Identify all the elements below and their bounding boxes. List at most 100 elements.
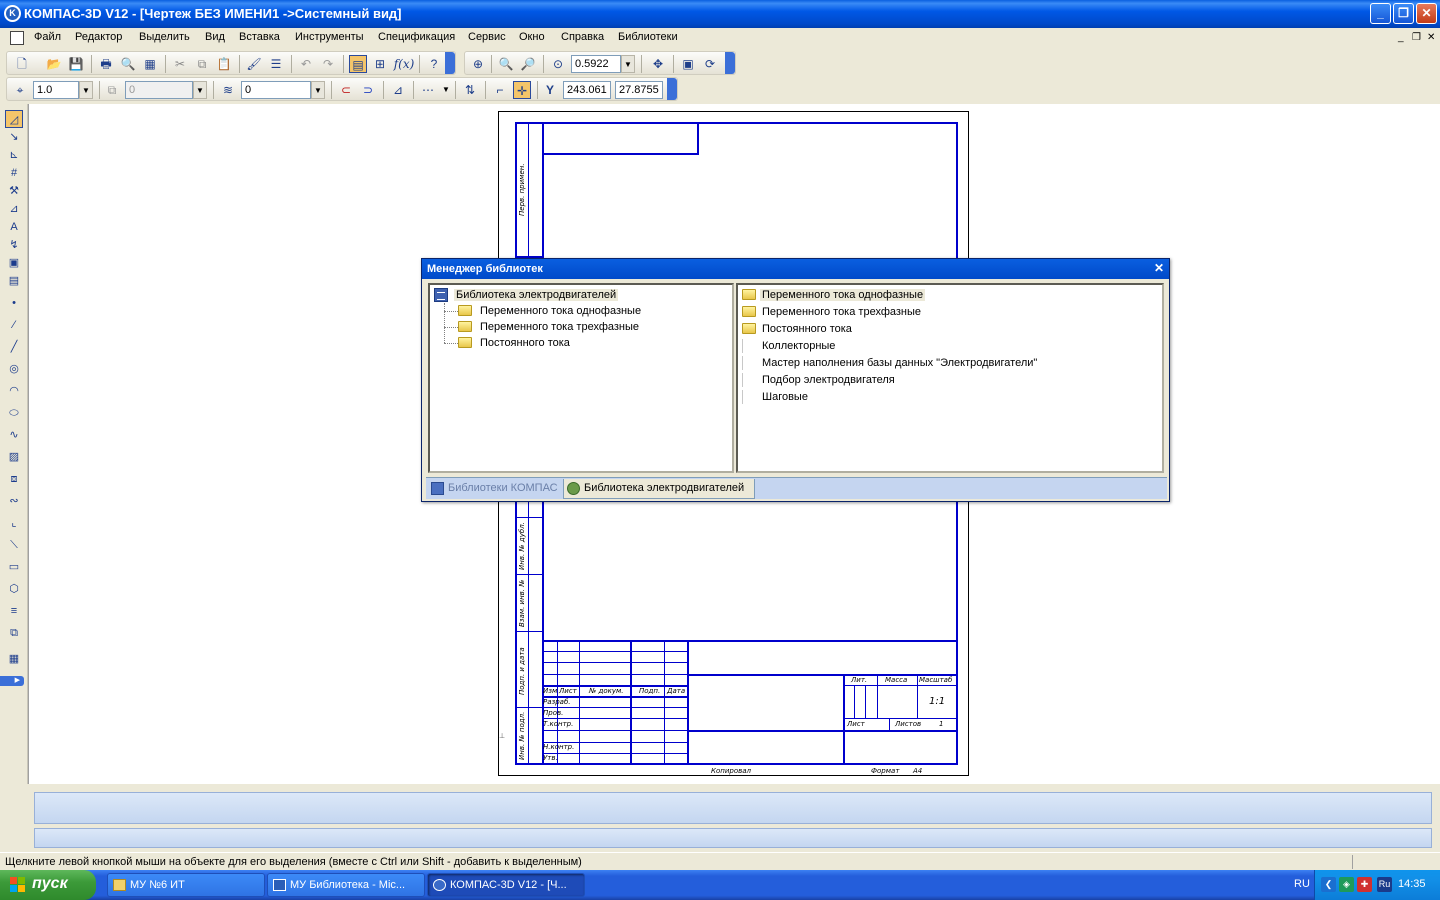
show-all-icon[interactable]: ▣ xyxy=(679,55,697,73)
toolbar-options-icon[interactable] xyxy=(445,52,455,74)
dimensions-panel-icon[interactable]: ↘ xyxy=(5,128,23,146)
redo-icon[interactable]: ↷ xyxy=(319,55,337,73)
menu-select[interactable]: Выделить xyxy=(139,31,190,43)
toolbar-options-icon[interactable] xyxy=(667,78,677,100)
table-tool-icon[interactable]: ▦ xyxy=(5,650,23,668)
paste-icon[interactable]: 📋 xyxy=(215,55,233,73)
format-painter-icon[interactable]: 🖌 xyxy=(245,55,263,73)
bezier-tool-icon[interactable]: ∾ xyxy=(5,492,23,510)
tree-item[interactable]: Переменного тока трехфазные xyxy=(458,319,639,335)
open-folder-icon[interactable]: 📂 xyxy=(45,55,63,73)
equidistant-tool-icon[interactable]: ≡ xyxy=(5,602,23,620)
zoom-scale-icon[interactable]: ⊙ xyxy=(549,55,567,73)
toolbar-options-icon[interactable] xyxy=(725,52,735,74)
current-view-dropdown-arrow[interactable]: ▼ xyxy=(193,81,207,99)
reports-panel-icon[interactable]: ▤ xyxy=(5,272,23,290)
layers-icon[interactable]: ≋ xyxy=(219,81,237,99)
zoom-in-icon[interactable]: 🔍 xyxy=(497,55,515,73)
menu-window[interactable]: Окно xyxy=(519,31,545,43)
close-button[interactable]: ✕ xyxy=(1416,3,1437,24)
current-layer-field[interactable]: 0 xyxy=(241,81,311,99)
grid-dropdown-arrow[interactable]: ▼ xyxy=(439,81,453,99)
hatch-tool-icon[interactable]: ▨ xyxy=(5,448,23,466)
menu-specification[interactable]: Спецификация xyxy=(378,31,455,43)
segment-tool-icon[interactable]: ╱ xyxy=(5,338,23,356)
circle-tool-icon[interactable]: ◎ xyxy=(5,360,23,378)
taskbar-item-kompas[interactable]: КОМПАС-3D V12 - [Ч... xyxy=(427,873,585,897)
chamfer-tool-icon[interactable]: ⟍ xyxy=(5,536,23,554)
list-item[interactable]: Постоянного тока xyxy=(740,321,852,337)
start-button[interactable]: пуск xyxy=(0,870,96,900)
save-icon[interactable]: 💾 xyxy=(67,55,85,73)
coordinate-axis-icon[interactable]: ⇅ xyxy=(461,81,479,99)
mdi-minimize-button[interactable]: _ xyxy=(1398,32,1404,43)
properties-icon[interactable]: ☰ xyxy=(267,55,285,73)
current-layer-dropdown-arrow[interactable]: ▼ xyxy=(311,81,325,99)
print-preview-icon[interactable]: 🔍 xyxy=(119,55,137,73)
menu-file[interactable]: Файл xyxy=(34,31,61,43)
designations-panel-icon[interactable]: ⊾ xyxy=(5,146,23,164)
round-icon[interactable]: ⌐ xyxy=(491,81,509,99)
line-style-dropdown-arrow[interactable]: ▼ xyxy=(79,81,93,99)
mdi-restore-button[interactable]: ❐ xyxy=(1412,32,1421,43)
list-item[interactable]: Переменного тока трехфазные xyxy=(740,304,921,320)
taskbar-item-folder[interactable]: МУ №6 ИТ xyxy=(107,873,265,897)
minimize-button[interactable]: _ xyxy=(1370,3,1391,24)
select-panel-icon[interactable]: A xyxy=(5,218,23,236)
taskbar-item-word[interactable]: МУ Библиотека - Mic... xyxy=(267,873,425,897)
cursor-y-field[interactable]: 27.8755 xyxy=(615,81,663,99)
cut-icon[interactable]: ✂ xyxy=(171,55,189,73)
palette-expand-icon[interactable]: ▶ xyxy=(0,676,24,686)
refresh-icon[interactable]: ⟳ xyxy=(701,55,719,73)
fillet-tool-icon[interactable]: ⌞ xyxy=(5,514,23,532)
zoom-dropdown-arrow[interactable]: ▼ xyxy=(621,55,635,73)
list-item[interactable]: Подбор электродвигателя xyxy=(740,372,895,388)
rectangle-tool-icon[interactable]: ▭ xyxy=(5,558,23,576)
view-icon[interactable]: ⧉ xyxy=(103,81,121,99)
zoom-window-icon[interactable]: ⊕ xyxy=(469,55,487,73)
tree-view-icon[interactable]: ⊞ xyxy=(371,55,389,73)
undo-icon[interactable]: ↶ xyxy=(297,55,315,73)
menu-view[interactable]: Вид xyxy=(205,31,225,43)
spline-tool-icon[interactable]: ∿ xyxy=(5,426,23,444)
antivirus-icon[interactable]: ✚ xyxy=(1357,877,1372,892)
list-item[interactable]: Шаговые xyxy=(740,389,808,405)
library-manager-close-icon[interactable]: ✕ xyxy=(1152,262,1166,276)
geometry-panel-icon[interactable]: ◿ xyxy=(5,110,23,128)
snap-magnet-icon[interactable]: ⊂ xyxy=(337,81,355,99)
point-tool-icon[interactable]: • xyxy=(5,294,23,312)
pan-icon[interactable]: ✥ xyxy=(649,55,667,73)
specification-panel-icon[interactable]: ▣ xyxy=(5,254,23,272)
auxiliary-line-icon[interactable]: ⁄ xyxy=(5,316,23,334)
current-view-field[interactable]: 0 xyxy=(125,81,193,99)
menu-libraries[interactable]: Библиотеки xyxy=(618,31,678,43)
help-pointer-icon[interactable]: ? xyxy=(425,55,443,73)
tab-kompas-libraries[interactable]: Библиотеки КОМПАС xyxy=(428,479,562,499)
polygon-tool-icon[interactable]: ⬡ xyxy=(5,580,23,598)
collect-contour-icon[interactable]: ⧉ xyxy=(5,624,23,642)
keyboard-layout-icon[interactable]: Ru xyxy=(1377,877,1392,892)
menu-tools[interactable]: Инструменты xyxy=(295,31,364,43)
ellipse-tool-icon[interactable]: ⬭ xyxy=(5,404,23,422)
list-item[interactable]: Коллекторные xyxy=(740,338,835,354)
copy-icon[interactable]: ⧉ xyxy=(193,55,211,73)
measure-panel-icon[interactable]: ⊿ xyxy=(5,200,23,218)
menu-edit[interactable]: Редактор xyxy=(75,31,122,43)
language-indicator[interactable]: RU xyxy=(1294,878,1310,890)
tree-item[interactable]: Переменного тока однофазные xyxy=(458,303,641,319)
restore-button[interactable]: ❐ xyxy=(1393,3,1414,24)
zoom-out-icon[interactable]: 🔎 xyxy=(519,55,537,73)
document-icon[interactable] xyxy=(10,31,24,45)
print-icon[interactable]: 🖶 xyxy=(97,55,115,73)
preview-sheet-icon[interactable]: ▦ xyxy=(141,55,159,73)
menu-insert[interactable]: Вставка xyxy=(239,31,280,43)
back-arrow-icon[interactable]: ❮ xyxy=(1321,877,1336,892)
library-manager-titlebar[interactable]: Менеджер библиотек ✕ xyxy=(422,259,1169,279)
local-cs-icon[interactable]: ⌖ xyxy=(11,81,29,99)
mdi-close-button[interactable]: ✕ xyxy=(1427,32,1435,43)
shield-icon[interactable]: ◈ xyxy=(1339,877,1354,892)
cursor-snap-icon[interactable]: ✛ xyxy=(513,81,531,99)
kompas-app-icon[interactable]: K xyxy=(4,5,21,22)
variables-icon[interactable]: f(x) xyxy=(393,55,415,73)
cursor-x-field[interactable]: 243.061 xyxy=(563,81,611,99)
